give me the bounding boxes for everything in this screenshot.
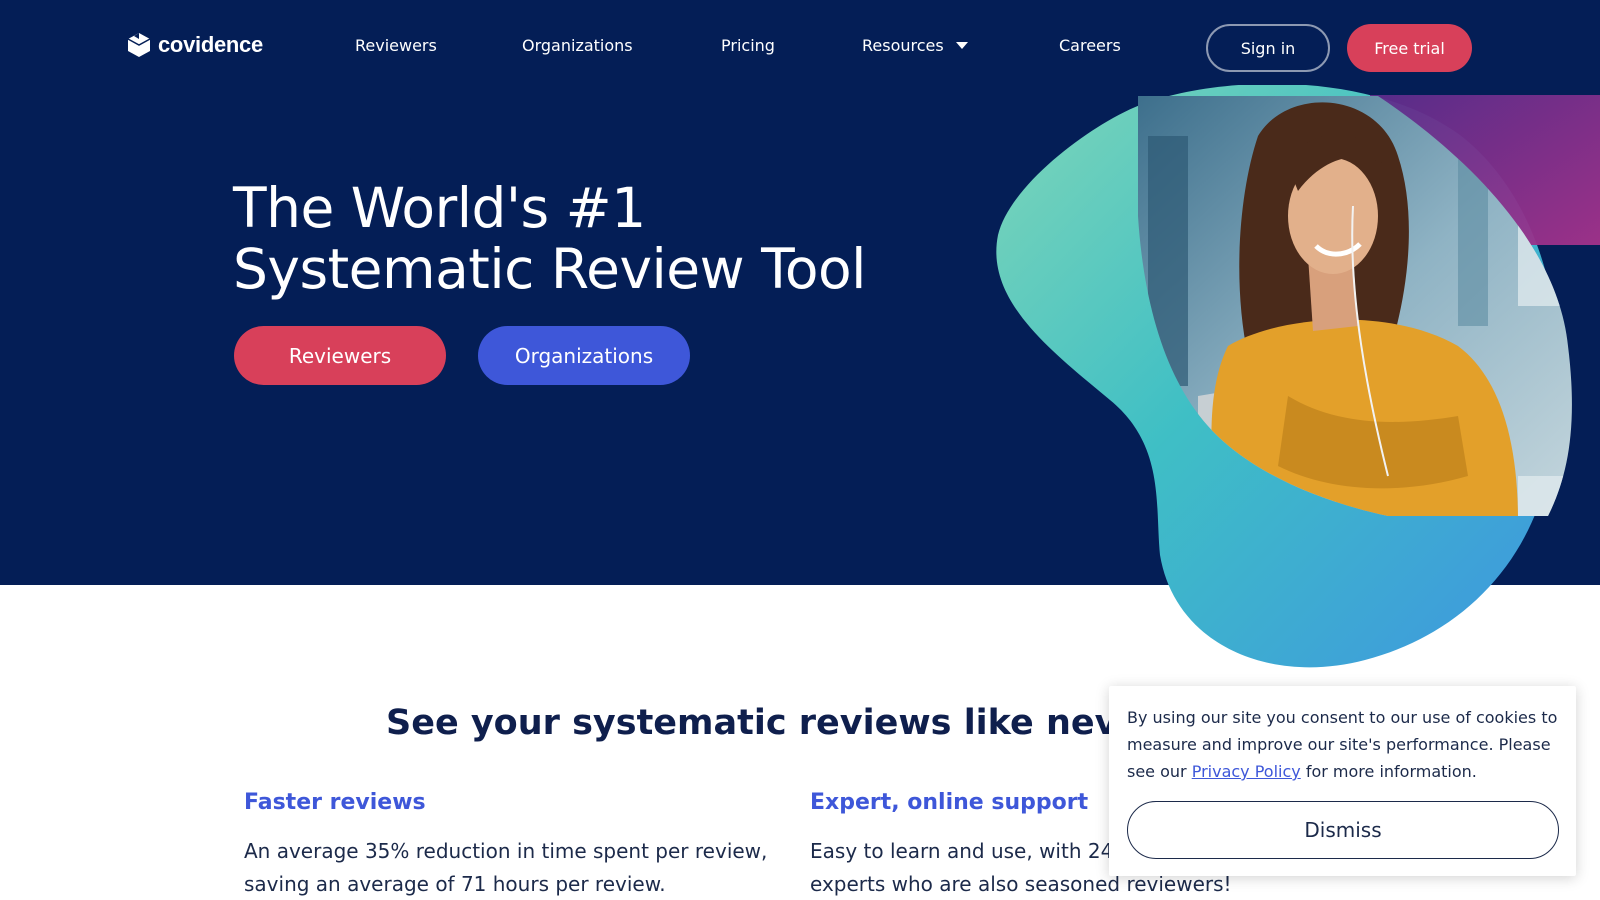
hero-title-line-1: The World's #1 [233,176,646,240]
feature-title-expert-support: Expert, online support [810,790,1089,815]
dismiss-button[interactable]: Dismiss [1127,801,1559,859]
feature-text-line: saving an average of 71 hours per review… [244,872,666,896]
chevron-down-icon [955,42,968,49]
hero-organizations-button[interactable]: Organizations [478,326,690,385]
logo-text: covidence [158,32,263,57]
top-navigation: covidence Reviewers Organizations Pricin… [0,0,1600,96]
sign-in-button[interactable]: Sign in [1206,24,1330,72]
free-trial-button[interactable]: Free trial [1347,24,1472,72]
hero-title-line-2: Systematic Review Tool [233,237,866,301]
cookie-consent-banner: By using our site you consent to our use… [1109,686,1576,876]
nav-link-reviewers[interactable]: Reviewers [355,36,437,55]
nav-link-pricing[interactable]: Pricing [721,36,775,55]
covidence-logo-icon [127,33,151,57]
cookie-text-after: for more information. [1300,762,1477,781]
hero-reviewers-button[interactable]: Reviewers [234,326,446,385]
nav-link-resources[interactable]: Resources [862,36,968,55]
nav-link-organizations[interactable]: Organizations [522,36,633,55]
cookie-consent-text: By using our site you consent to our use… [1127,704,1567,785]
hero-title: The World's #1 Systematic Review Tool [233,178,866,300]
privacy-policy-link[interactable]: Privacy Policy [1192,762,1301,781]
covidence-logo[interactable]: covidence [126,31,263,59]
feature-title-faster-reviews: Faster reviews [244,790,426,815]
nav-link-careers[interactable]: Careers [1059,36,1121,55]
feature-text-line: An average 35% reduction in time spent p… [244,839,768,863]
hero-photo [1138,96,1572,516]
nav-link-resources-label: Resources [862,36,944,55]
feature-text-faster-reviews: An average 35% reduction in time spent p… [244,835,767,900]
